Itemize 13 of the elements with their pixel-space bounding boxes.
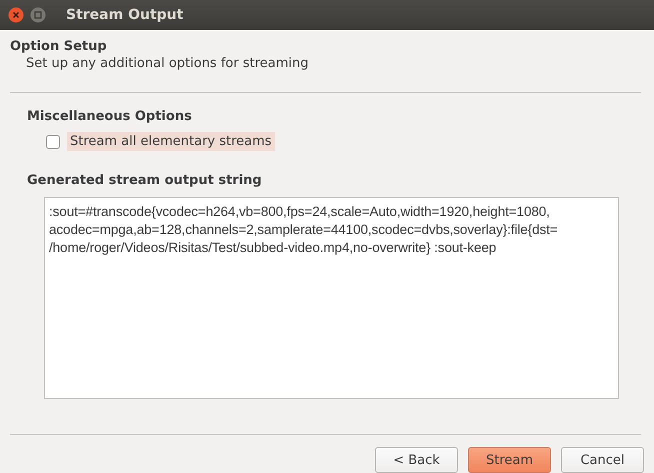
maximize-icon[interactable]: [30, 7, 46, 23]
section-title: Miscellaneous Options: [27, 109, 193, 124]
section-title: Generated stream output string: [27, 173, 263, 188]
page-subtitle: Set up any additional options for streaming: [25, 56, 310, 71]
checkbox[interactable]: [46, 134, 60, 148]
output-text-area[interactable]: :sout=#transcode{vcodec=h264,vb=800,fps=24,scale=Auto,width=1920,height=1080, acodec=mpga,ab=128,channels=2,samplerate=44100,scodec=dvbs,soverlay}:file{dst= /home/roger/Videos/Risitas/Test/subbed-video.mp4,no-overwrite} :sout-keep: [44, 197, 619, 399]
stream-button[interactable]: Stream: [468, 447, 551, 473]
dialog-button[interactable]: Cancel: [561, 447, 644, 473]
close-icon[interactable]: [8, 7, 24, 23]
window-title: Stream Output: [66, 7, 184, 23]
dialog-button[interactable]: < Back: [375, 447, 458, 473]
checkbox-label[interactable]: Stream all elementary streams: [67, 132, 275, 151]
page-title: Option Setup: [10, 39, 108, 54]
